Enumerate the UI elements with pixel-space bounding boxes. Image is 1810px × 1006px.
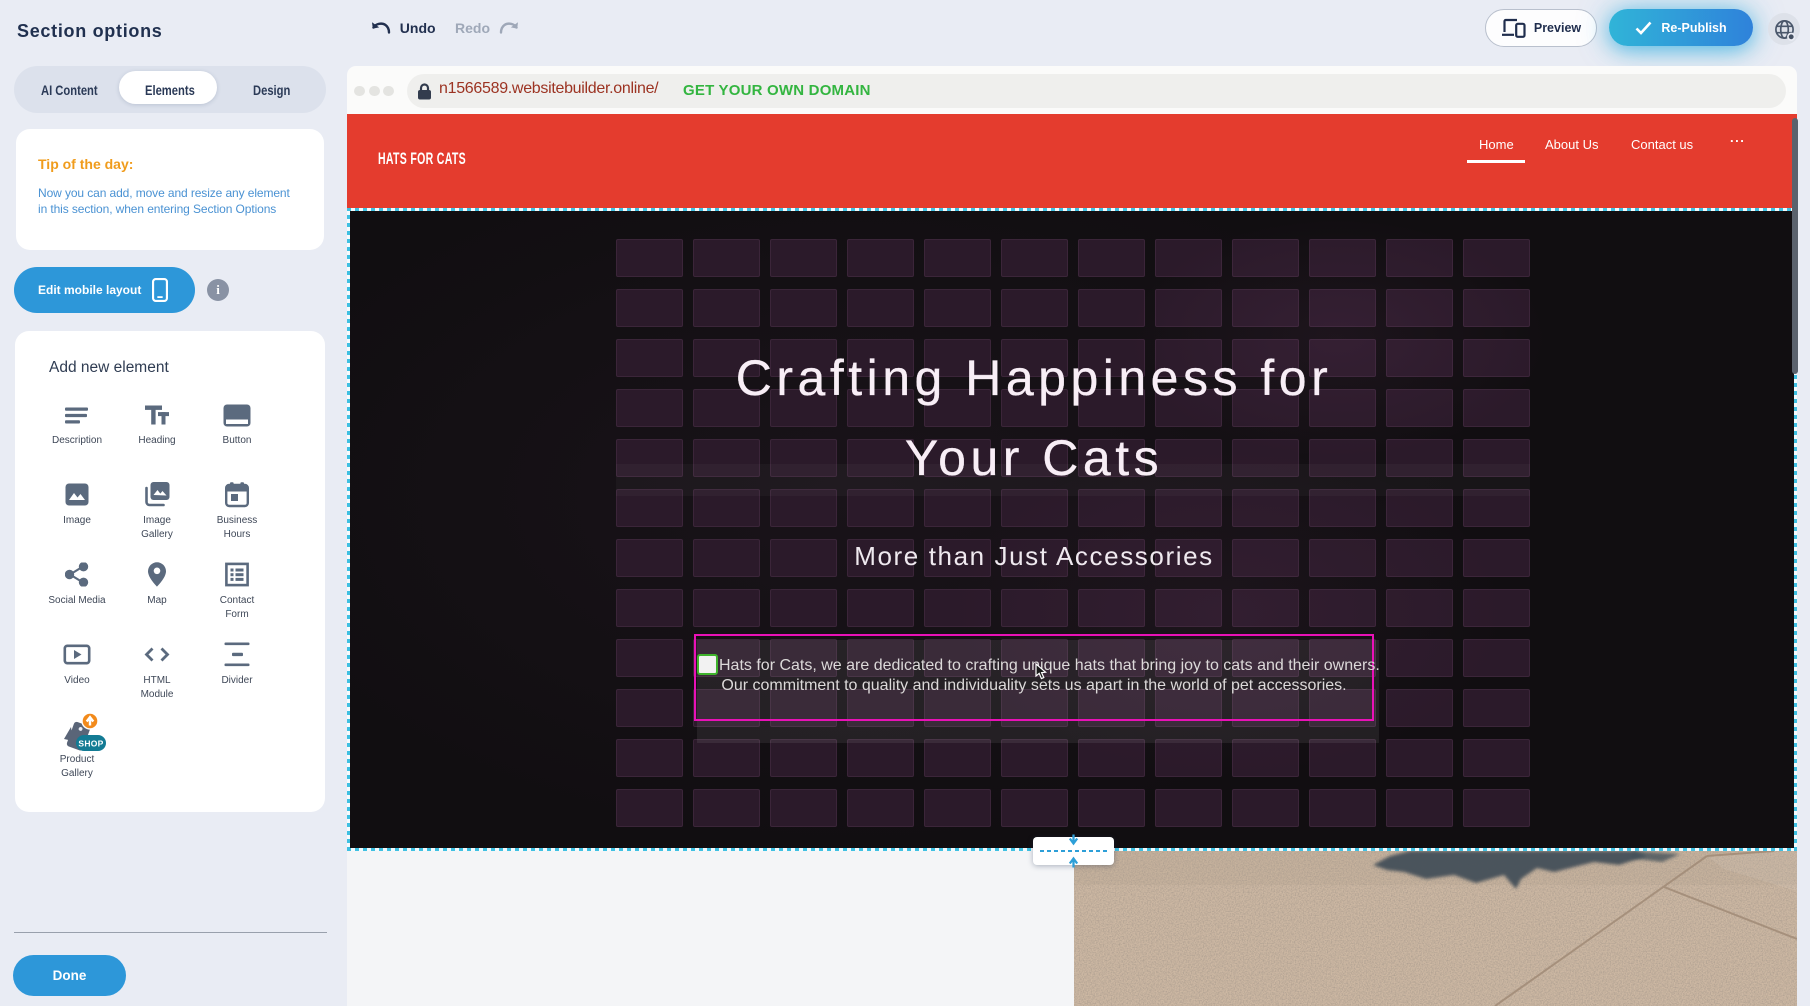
svg-text:SHOP: SHOP	[78, 739, 103, 749]
